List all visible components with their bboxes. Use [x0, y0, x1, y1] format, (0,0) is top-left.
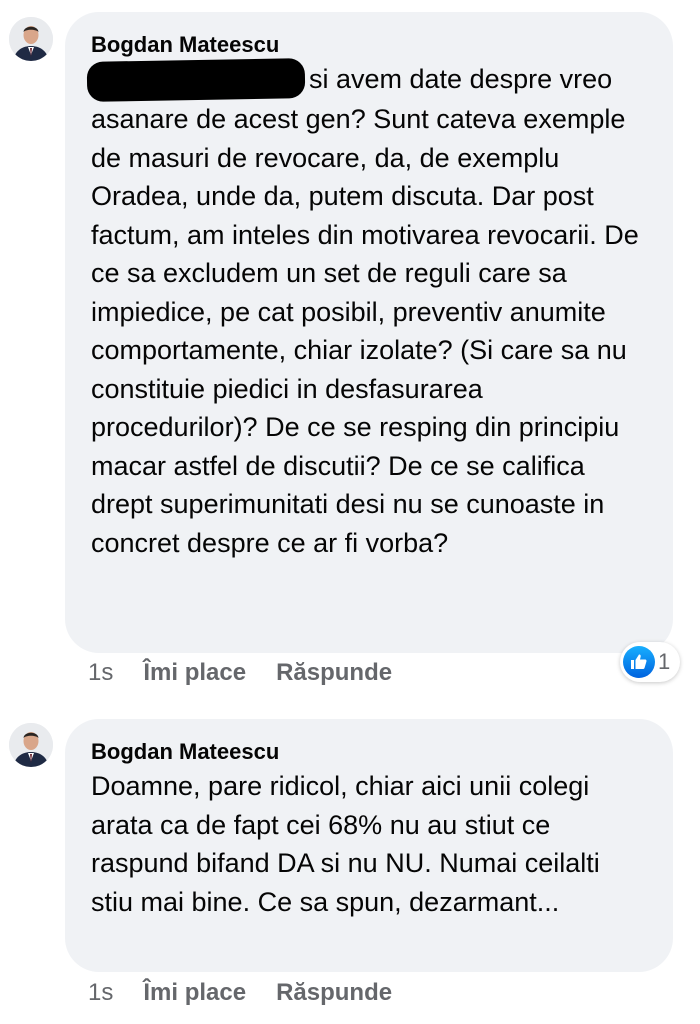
comment-text: si avem date despre vreo asanare de aces… — [91, 64, 639, 558]
avatar[interactable] — [9, 723, 53, 767]
profile-photo-icon — [9, 17, 53, 61]
like-reaction-icon — [623, 646, 655, 678]
comment-bubble: Bogdan Mateescu si avem date despre vreo… — [65, 12, 673, 653]
like-button[interactable]: Îmi place — [143, 659, 246, 686]
comment-actions: 1s Îmi place Răspunde — [88, 658, 392, 688]
profile-photo-icon — [9, 723, 53, 767]
reaction-count: 1 — [658, 649, 671, 674]
avatar[interactable] — [9, 17, 53, 61]
comment-timestamp[interactable]: 1s — [88, 659, 113, 686]
reaction-summary[interactable]: 1 — [620, 642, 680, 682]
reply-button[interactable]: Răspunde — [276, 979, 392, 1006]
comment-timestamp[interactable]: 1s — [88, 979, 113, 1006]
comment-actions: 1s Îmi place Răspunde — [88, 978, 392, 1008]
comment-author[interactable]: Bogdan Mateescu — [91, 32, 649, 58]
like-button[interactable]: Îmi place — [143, 979, 246, 1006]
comment-author[interactable]: Bogdan Mateescu — [91, 739, 649, 765]
comment-text: Doamne, pare ridicol, chiar aici unii co… — [91, 771, 600, 917]
redaction-mark — [86, 58, 306, 102]
reply-button[interactable]: Răspunde — [276, 659, 392, 686]
comment-text-container: si avem date despre vreo asanare de aces… — [86, 58, 649, 562]
comment-bubble: Bogdan Mateescu Doamne, pare ridicol, ch… — [65, 719, 673, 972]
